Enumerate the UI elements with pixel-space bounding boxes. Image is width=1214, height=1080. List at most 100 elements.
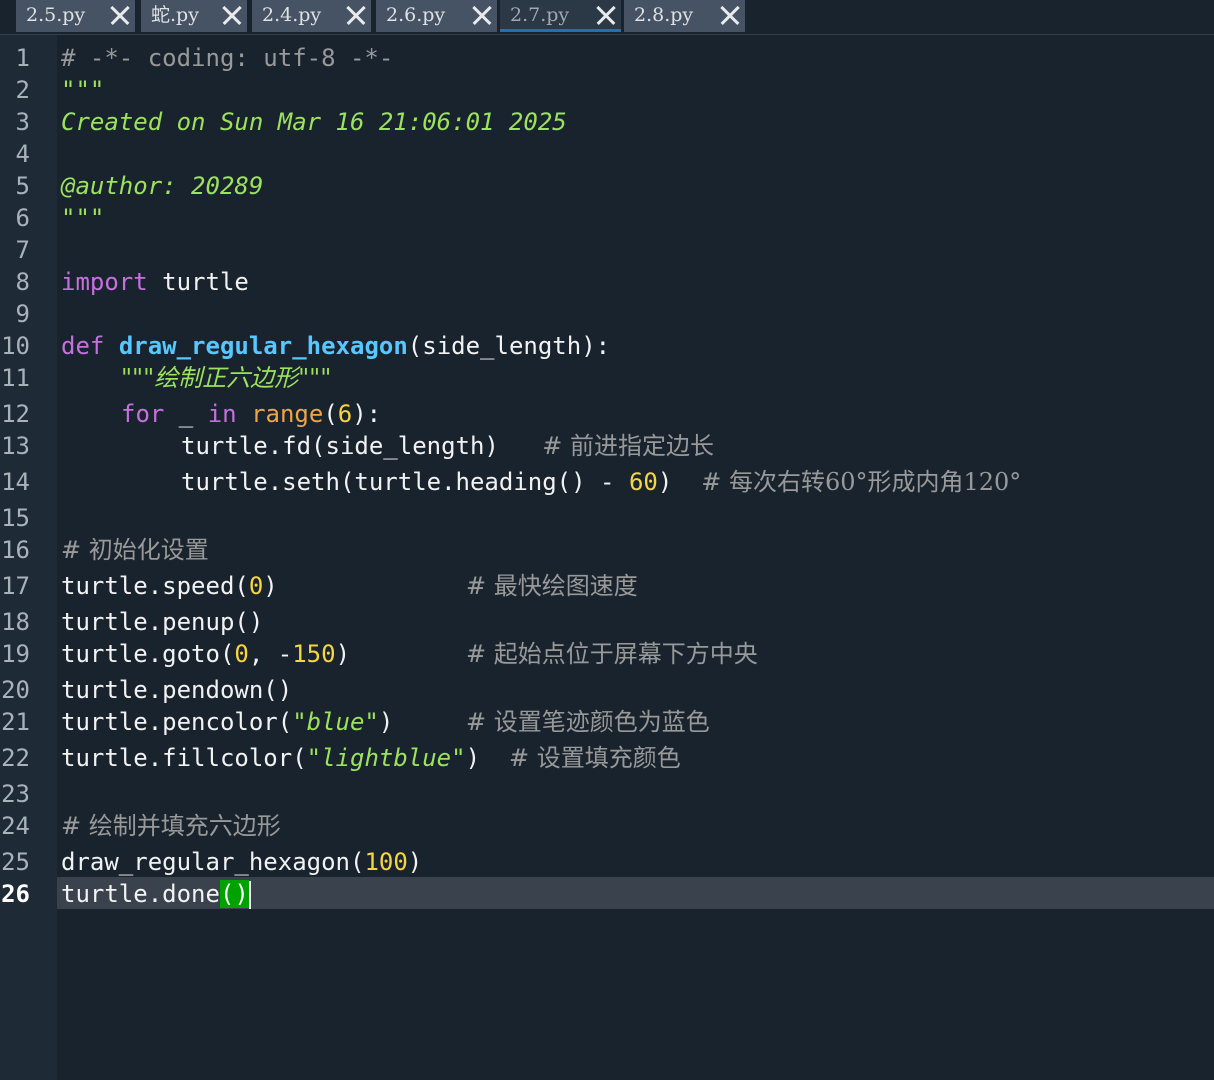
- line-number: 13: [1, 432, 30, 460]
- docstring: """: [61, 204, 105, 232]
- tab-2-7-py[interactable]: 2.7.py: [500, 0, 621, 32]
- docstring: """: [61, 76, 105, 104]
- line-number: 14: [1, 468, 30, 496]
- tab-label: 2.5.py: [26, 4, 86, 26]
- comment: # 每次右转60°形成内角120°: [701, 468, 1022, 496]
- code-text: ): [407, 848, 423, 876]
- code-line-1: # -*- coding: utf-8 -*-: [61, 42, 393, 74]
- line-number: 16: [1, 536, 30, 564]
- tab-2-4-py[interactable]: 2.4.py: [252, 0, 371, 32]
- line-number: 12: [1, 400, 30, 428]
- string: "lightblue": [306, 744, 466, 772]
- code-text: turtle.fillcolor(: [61, 744, 307, 772]
- code-line-21: turtle.pencolor("blue") # 设置笔迹颜色为蓝色: [61, 706, 710, 738]
- code-line-22: turtle.fillcolor("lightblue") # 设置填充颜色: [61, 742, 681, 774]
- comment: # 初始化设置: [61, 536, 209, 564]
- line-number: 24: [1, 812, 30, 840]
- tab-snake-py[interactable]: 蛇.py: [141, 0, 247, 32]
- docstring: Created on Sun Mar 16 21:06:01 2025: [61, 108, 567, 136]
- code-line-2: """: [61, 74, 104, 106]
- code-line-16: # 初始化设置: [61, 534, 209, 566]
- code-line-10: def draw_regular_hexagon(side_length):: [61, 330, 610, 362]
- comment: # 前进指定边长: [542, 432, 714, 460]
- comment: # 设置笔迹颜色为蓝色: [466, 708, 710, 736]
- line-number: 22: [1, 744, 30, 772]
- line-number: 23: [1, 780, 30, 808]
- code-text: ): [657, 468, 673, 496]
- comment: # 起始点位于屏幕下方中央: [466, 640, 758, 668]
- code-text: turtle.pendown(): [61, 676, 293, 704]
- line-number: 2: [15, 76, 30, 104]
- line-number: 5: [15, 172, 30, 200]
- line-number: 19: [1, 640, 30, 668]
- code-text: ): [335, 640, 351, 668]
- editor-tab-bar: 2.5.py 蛇.py 2.4.py 2.6.py 2.7.py 2.8.py: [0, 0, 1214, 35]
- code-text: turtle.fd(side_length): [181, 432, 499, 460]
- tab-label: 2.8.py: [634, 4, 694, 26]
- code-line-11: """绘制正六边形""": [121, 362, 331, 394]
- code-line-20: turtle.pendown(): [61, 674, 292, 706]
- number: 150: [292, 640, 336, 668]
- code-text: (side_length):: [407, 332, 611, 360]
- string: "blue": [292, 708, 379, 736]
- code-line-12: for _ in range(6):: [121, 398, 381, 430]
- close-icon[interactable]: [107, 3, 131, 27]
- line-number: 9: [15, 300, 30, 328]
- line-number: 15: [1, 504, 30, 532]
- code-line-25: draw_regular_hexagon(100): [61, 846, 422, 878]
- comment: # 设置填充颜色: [508, 744, 681, 772]
- close-icon[interactable]: [469, 3, 493, 27]
- line-number: 18: [1, 608, 30, 636]
- code-text: turtle.seth(turtle.heading() -: [181, 468, 629, 496]
- comment: # -*- coding: utf-8 -*-: [61, 44, 394, 72]
- line-number: 7: [15, 236, 30, 264]
- close-icon[interactable]: [343, 3, 367, 27]
- code-text: draw_regular_hexagon(: [61, 848, 365, 876]
- code-text: turtle.goto(: [61, 640, 235, 668]
- keyword: in: [207, 400, 237, 428]
- tab-2-8-py[interactable]: 2.8.py: [624, 0, 745, 32]
- number: 60: [628, 468, 658, 496]
- function-name: draw_regular_hexagon: [118, 332, 408, 360]
- code-line-19: turtle.goto(0, -150) # 起始点位于屏幕下方中央: [61, 638, 758, 670]
- current-line-number: 26: [1, 880, 30, 908]
- line-number: 8: [15, 268, 30, 296]
- line-number: 4: [15, 140, 30, 168]
- line-number: 6: [15, 204, 30, 232]
- code-line-24: # 绘制并填充六边形: [61, 810, 281, 842]
- code-text: turtle.pencolor(: [61, 708, 293, 736]
- code-text: , -: [248, 640, 293, 668]
- code-text: turtle: [147, 268, 249, 296]
- code-text: ): [465, 744, 481, 772]
- tab-2-5-py[interactable]: 2.5.py: [16, 0, 135, 32]
- number: 6: [337, 400, 353, 428]
- code-line-6: """: [61, 202, 104, 234]
- line-number: 17: [1, 572, 30, 600]
- keyword: for: [121, 400, 165, 428]
- code-text: turtle.done: [61, 880, 220, 908]
- close-icon[interactable]: [593, 3, 617, 27]
- line-number: 1: [15, 44, 30, 72]
- code-line-8: import turtle: [61, 266, 249, 298]
- code-line-26[interactable]: turtle.done(): [61, 878, 251, 910]
- line-number: 11: [1, 364, 30, 392]
- number: 0: [248, 572, 264, 600]
- code-text: turtle.penup(): [61, 608, 264, 636]
- docstring: @author: 20289: [61, 172, 264, 200]
- line-number: 10: [1, 332, 30, 360]
- code-text: _: [164, 400, 208, 428]
- code-text: ): [263, 572, 278, 600]
- docstring: """绘制正六边形""": [121, 364, 332, 392]
- comment: # 绘制并填充六边形: [61, 812, 281, 840]
- close-icon[interactable]: [717, 3, 741, 27]
- tab-label: 蛇.py: [151, 4, 199, 26]
- close-icon[interactable]: [219, 3, 243, 27]
- tab-2-6-py[interactable]: 2.6.py: [376, 0, 497, 32]
- tab-label: 2.4.py: [262, 4, 322, 26]
- number: 0: [234, 640, 249, 668]
- code-line-13: turtle.fd(side_length) # 前进指定边长: [181, 430, 714, 462]
- code-line-3: Created on Sun Mar 16 21:06:01 2025: [61, 106, 567, 138]
- matched-parentheses: (): [219, 880, 249, 908]
- line-number: 3: [15, 108, 30, 136]
- tab-label: 2.6.py: [386, 4, 446, 26]
